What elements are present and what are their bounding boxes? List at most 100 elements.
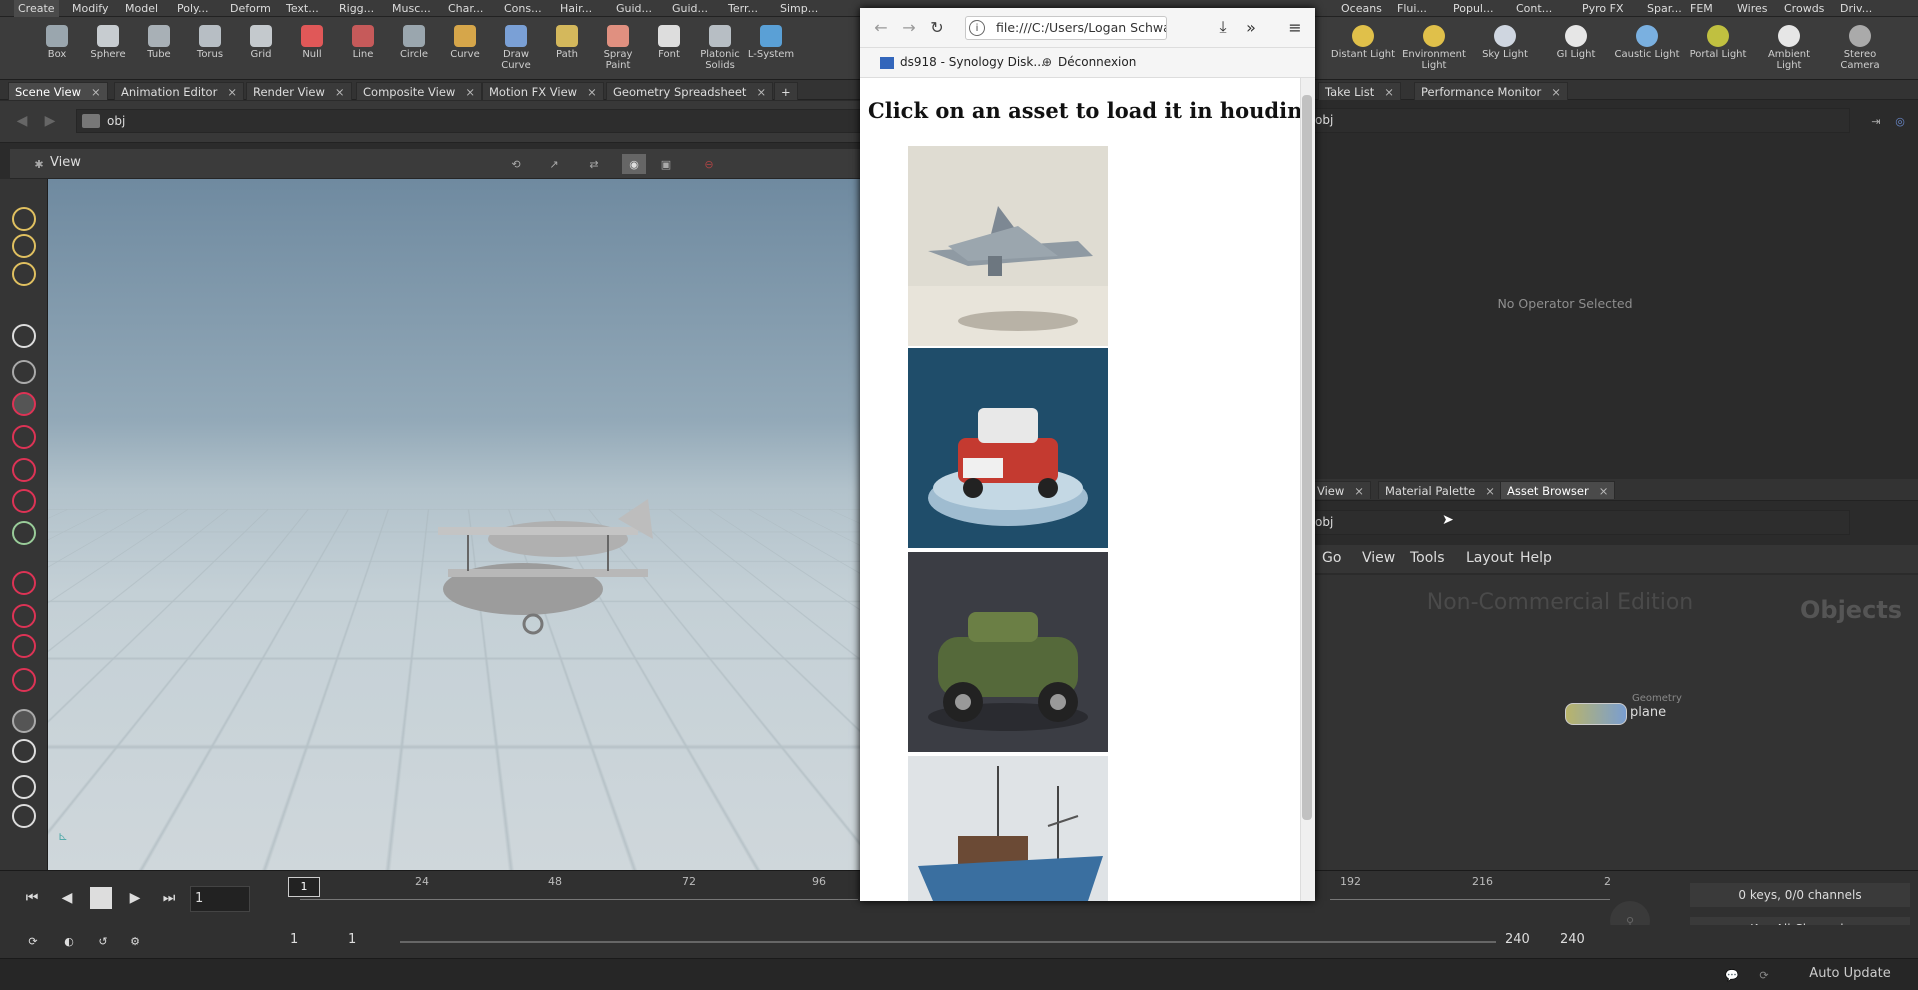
close-icon[interactable]: × (756, 85, 766, 99)
close-icon[interactable]: × (587, 85, 597, 99)
left-tool-icon-4[interactable] (12, 360, 36, 384)
download-icon[interactable]: ⤓ (1212, 16, 1234, 38)
right-top-tab-1[interactable]: Performance Monitor × (1414, 82, 1568, 100)
current-frame-field[interactable]: 1 (190, 886, 250, 912)
light-tool-7[interactable]: Stereo Camera (1827, 17, 1893, 80)
stop-render-icon[interactable]: ⊖ (698, 154, 720, 174)
bookmark-synology[interactable]: ds918 - Synology Disk... (900, 55, 1045, 69)
network-menu-3[interactable]: Layout (1466, 550, 1514, 566)
shelf-tab-10[interactable]: Hair... (556, 0, 596, 17)
shelf-tab-20[interactable]: Spar... (1643, 0, 1686, 17)
shelf-tab-23[interactable]: Crowds (1780, 0, 1828, 17)
right-bottom-tab-2[interactable]: Asset Browser × (1500, 481, 1616, 499)
realtime-icon[interactable]: ⟳ (22, 931, 44, 951)
pin-icon-right[interactable]: ⇥ (1866, 112, 1886, 130)
play-icon[interactable]: ▶ (124, 887, 146, 909)
shelf-tab-22[interactable]: Wires (1733, 0, 1771, 17)
shelf-tab-13[interactable]: Terr... (724, 0, 762, 17)
close-icon[interactable]: × (335, 85, 345, 99)
asset-jet[interactable] (908, 146, 1108, 346)
chat-icon[interactable]: 💬 (1720, 965, 1744, 985)
scrollbar-thumb[interactable] (1302, 95, 1312, 820)
tool-12[interactable]: Font (642, 17, 696, 80)
light-tool-1[interactable]: Environment Light (1401, 17, 1467, 80)
info-icon[interactable]: i (969, 20, 985, 36)
menu-icon[interactable]: ≡ (1284, 16, 1306, 38)
shelf-tab-17[interactable]: Popul... (1449, 0, 1497, 17)
close-icon[interactable]: × (227, 85, 237, 99)
pane-tab-1[interactable]: Animation Editor × (114, 82, 244, 100)
pin-icon[interactable]: ↗ (543, 154, 565, 174)
scene-viewport[interactable]: ⊾ (48, 179, 860, 870)
geometry-node[interactable] (1565, 703, 1627, 725)
pane-tab-0[interactable]: Scene View × (8, 82, 108, 100)
pane-tab-3[interactable]: Composite View × (356, 82, 482, 100)
left-tool-icon-11[interactable] (12, 604, 36, 628)
jump-end-icon[interactable]: ⏭ (155, 887, 183, 909)
tool-13[interactable]: Platonic Solids (693, 17, 747, 80)
close-icon[interactable]: × (91, 85, 101, 99)
shelf-tab-4[interactable]: Deform (226, 0, 275, 17)
path-field[interactable]: obj (76, 109, 866, 133)
network-menu-2[interactable]: Tools (1410, 550, 1445, 566)
shelf-tab-1[interactable]: Modify (68, 0, 112, 17)
range-end-2[interactable]: 240 (1560, 932, 1585, 947)
shelf-tab-19[interactable]: Pyro FX (1578, 0, 1628, 17)
range-start-2[interactable]: 1 (348, 932, 356, 947)
tool-11[interactable]: Spray Paint (591, 17, 645, 80)
network-path-field[interactable]: obj (1310, 510, 1850, 535)
shelf-tab-9[interactable]: Cons... (500, 0, 546, 17)
left-tool-icon-10[interactable] (12, 571, 36, 595)
left-tool-icon-12[interactable] (12, 634, 36, 658)
shelf-tab-16[interactable]: Flui... (1393, 0, 1431, 17)
close-icon[interactable]: × (465, 85, 475, 99)
frame-marker[interactable]: 1 (288, 877, 320, 897)
left-tool-icon-13[interactable] (12, 668, 36, 692)
network-menu-1[interactable]: View (1362, 550, 1395, 566)
tool-4[interactable]: Grid (234, 17, 288, 80)
shelf-tab-12[interactable]: Guid... (668, 0, 712, 17)
close-icon[interactable]: × (1384, 85, 1394, 99)
pane-tab-5[interactable]: Geometry Spreadsheet × (606, 82, 774, 100)
close-icon[interactable]: × (1354, 484, 1364, 498)
shelf-tab-5[interactable]: Text... (282, 0, 323, 17)
left-tool-icon-5[interactable] (12, 392, 36, 416)
left-tool-icon-15[interactable] (12, 739, 36, 763)
back-icon[interactable]: ← (870, 16, 892, 38)
left-tool-icon-9[interactable] (12, 521, 36, 545)
tool-7[interactable]: Circle (387, 17, 441, 80)
camera-icon[interactable]: ▣ (655, 154, 677, 174)
range-slider[interactable] (400, 941, 1496, 943)
refresh-icon[interactable]: ⟳ (1752, 965, 1776, 985)
forward-arrow-icon[interactable]: ▶ (40, 112, 60, 130)
left-tool-icon-0[interactable] (12, 207, 36, 231)
shelf-tab-11[interactable]: Guid... (612, 0, 656, 17)
range-end[interactable]: 240 (1505, 932, 1530, 947)
close-icon[interactable]: × (1485, 484, 1495, 498)
link-icon[interactable]: ◎ (1890, 112, 1910, 130)
asset-fishing-boat[interactable] (908, 756, 1108, 901)
tool-5[interactable]: Null (285, 17, 339, 80)
shelf-tab-24[interactable]: Driv... (1836, 0, 1876, 17)
left-tool-icon-2[interactable] (12, 262, 36, 286)
left-tool-icon-16[interactable] (12, 775, 36, 799)
tool-14[interactable]: L-System (744, 17, 798, 80)
overflow-icon[interactable]: » (1240, 16, 1262, 38)
left-tool-icon-7[interactable] (12, 458, 36, 482)
range-start[interactable]: 1 (290, 932, 298, 947)
light-tool-4[interactable]: Caustic Light (1614, 17, 1680, 80)
network-menu-4[interactable]: Help (1520, 550, 1552, 566)
reload-icon[interactable]: ↻ (926, 16, 948, 38)
settings-icon[interactable]: ⚙ (124, 931, 146, 951)
tool-1[interactable]: Sphere (81, 17, 135, 80)
play-reverse-icon[interactable]: ◀ (56, 887, 78, 909)
back-arrow-icon[interactable]: ◀ (12, 112, 32, 130)
shelf-tab-7[interactable]: Musc... (388, 0, 435, 17)
light-tool-0[interactable]: Distant Light (1330, 17, 1396, 80)
right-bottom-tab-0[interactable]: View × (1310, 481, 1371, 499)
shelf-tab-6[interactable]: Rigg... (335, 0, 378, 17)
shelf-tab-14[interactable]: Simp... (776, 0, 822, 17)
tool-3[interactable]: Torus (183, 17, 237, 80)
tool-6[interactable]: Line (336, 17, 390, 80)
left-tool-icon-14[interactable] (12, 709, 36, 733)
